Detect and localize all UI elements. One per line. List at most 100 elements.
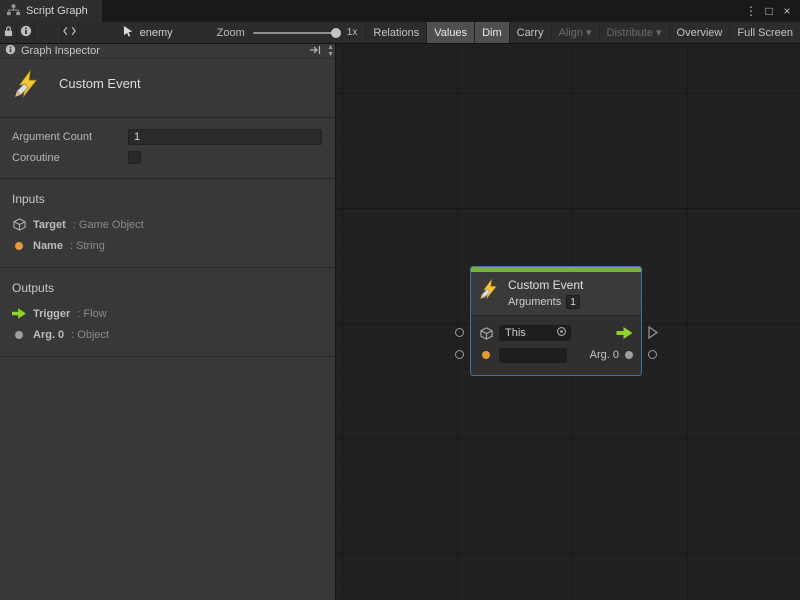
event-settings: Argument Count Coroutine <box>0 118 335 179</box>
inputs-section: Inputs Target : Game Object Name : Strin… <box>0 179 335 268</box>
coroutine-checkbox[interactable] <box>128 151 141 164</box>
arguments-count-field[interactable]: 1 <box>566 295 580 309</box>
port-name: Trigger <box>33 308 70 320</box>
name-input-field[interactable] <box>499 348 567 363</box>
align-dropdown-button[interactable]: Align▾ <box>551 22 599 43</box>
graph-inspector-header: Graph Inspector ▲ ▼ <box>0 44 335 59</box>
output-trigger-row: Trigger : Flow <box>0 303 335 324</box>
inputs-heading: Inputs <box>0 185 335 214</box>
chevron-down-icon: ▾ <box>586 26 592 39</box>
node-arg0-row: Arg. 0 <box>471 344 641 366</box>
maximize-icon[interactable]: □ <box>760 0 778 22</box>
cursor-icon <box>123 25 134 40</box>
custom-event-icon <box>479 277 501 306</box>
node-body: This Arg. 0 <box>471 316 641 375</box>
tab-title: Script Graph <box>26 5 88 17</box>
graph-canvas[interactable]: Custom Event Arguments 1 This <box>337 44 800 600</box>
cube-icon <box>12 218 26 231</box>
node-header-text: Custom Event Arguments 1 <box>508 277 583 309</box>
node-header[interactable]: Custom Event Arguments 1 <box>471 272 641 316</box>
object-port-icon <box>12 331 26 339</box>
target-object-dropdown[interactable]: This <box>499 325 571 341</box>
script-graph-icon <box>7 4 20 19</box>
port-name: Name <box>33 240 63 252</box>
zoom-slider[interactable] <box>253 32 339 34</box>
zoom-control: Zoom 1x <box>209 22 366 43</box>
tab-script-graph[interactable]: Script Graph <box>0 0 102 22</box>
outputs-heading: Outputs <box>0 274 335 303</box>
port-type: : Flow <box>77 308 106 320</box>
window-controls: ⋮ □ × <box>742 0 800 22</box>
argument-count-input[interactable] <box>128 129 322 145</box>
scroll-down-icon[interactable]: ▼ <box>327 51 334 58</box>
node-arguments-row: Arguments 1 <box>508 295 583 309</box>
event-title: Custom Event <box>59 76 141 91</box>
external-this-port[interactable] <box>455 328 464 337</box>
inspector-title: Graph Inspector <box>21 45 100 57</box>
scroll-up-icon[interactable]: ▲ <box>327 44 334 51</box>
dock-icon[interactable] <box>309 45 321 58</box>
coroutine-label: Coroutine <box>12 152 128 164</box>
arg0-label: Arg. 0 <box>590 349 619 361</box>
inspector-scrollbar[interactable]: ▲ ▼ <box>327 44 334 58</box>
target-value: This <box>505 327 526 339</box>
string-port-icon <box>12 242 26 250</box>
cube-icon <box>479 327 493 340</box>
distribute-dropdown-button[interactable]: Distribute▾ <box>599 22 669 43</box>
graph-toolbar: enemy Zoom 1x Relations Values Dim Carry… <box>0 22 800 44</box>
arguments-label: Arguments <box>508 296 561 308</box>
port-type: : Game Object <box>73 219 144 231</box>
chevron-down-icon: ▾ <box>656 26 662 39</box>
arg0-out-port[interactable] <box>625 351 633 359</box>
output-arg0-row: Arg. 0 : Object <box>0 324 335 345</box>
event-header: Custom Event <box>0 59 335 118</box>
lock-icon <box>3 25 14 41</box>
relations-button[interactable]: Relations <box>365 22 426 43</box>
code-icon <box>63 26 76 39</box>
input-target-row: Target : Game Object <box>0 214 335 235</box>
lock-button[interactable] <box>0 22 17 43</box>
port-name: Arg. 0 <box>33 329 64 341</box>
external-trigger-port[interactable] <box>648 326 658 342</box>
title-bar: Script Graph ⋮ □ × <box>0 0 800 22</box>
argument-count-label: Argument Count <box>12 131 128 143</box>
coroutine-row: Coroutine <box>0 147 335 168</box>
trigger-out-port[interactable] <box>616 327 633 339</box>
input-name-row: Name : String <box>0 235 335 256</box>
overview-button[interactable]: Overview <box>669 22 730 43</box>
port-type: : String <box>70 240 105 252</box>
external-name-port[interactable] <box>455 350 464 359</box>
outputs-section: Outputs Trigger : Flow Arg. 0 : Object <box>0 268 335 357</box>
node-title: Custom Event <box>508 278 583 292</box>
custom-event-icon <box>13 69 43 104</box>
flow-arrow-icon <box>12 308 26 319</box>
info-icon <box>20 25 32 40</box>
port-name: Target <box>33 219 66 231</box>
titlebar-spacer <box>102 0 742 22</box>
graph-inspector-panel: Graph Inspector ▲ ▼ Cu <box>0 44 336 600</box>
zoom-label: Zoom <box>217 27 245 39</box>
content-area: Graph Inspector ▲ ▼ Cu <box>0 44 800 600</box>
dim-button[interactable]: Dim <box>474 22 509 43</box>
kebab-menu-icon[interactable]: ⋮ <box>742 0 760 22</box>
node-this-row: This <box>471 322 641 344</box>
code-view-button[interactable] <box>61 22 79 43</box>
inspector-toggle-button[interactable] <box>17 22 34 43</box>
custom-event-node[interactable]: Custom Event Arguments 1 This <box>471 267 641 375</box>
info-icon <box>5 44 16 58</box>
zoom-value: 1x <box>347 27 358 38</box>
carry-button[interactable]: Carry <box>509 22 551 43</box>
toolbar-right-group: Relations Values Dim Carry Align▾ Distri… <box>365 22 800 43</box>
zoom-slider-handle[interactable] <box>331 28 341 38</box>
values-button[interactable]: Values <box>426 22 474 43</box>
port-type: : Object <box>71 329 109 341</box>
object-picker-icon[interactable] <box>556 326 567 340</box>
script-graph-window: Script Graph ⋮ □ × <box>0 0 800 600</box>
external-arg0-port[interactable] <box>648 350 657 359</box>
close-icon[interactable]: × <box>778 0 796 22</box>
graph-name-label: enemy <box>140 27 173 39</box>
argument-count-row: Argument Count <box>0 126 335 147</box>
full-screen-button[interactable]: Full Screen <box>729 22 800 43</box>
name-in-port[interactable] <box>479 351 493 359</box>
graph-reference[interactable]: enemy <box>113 22 183 43</box>
